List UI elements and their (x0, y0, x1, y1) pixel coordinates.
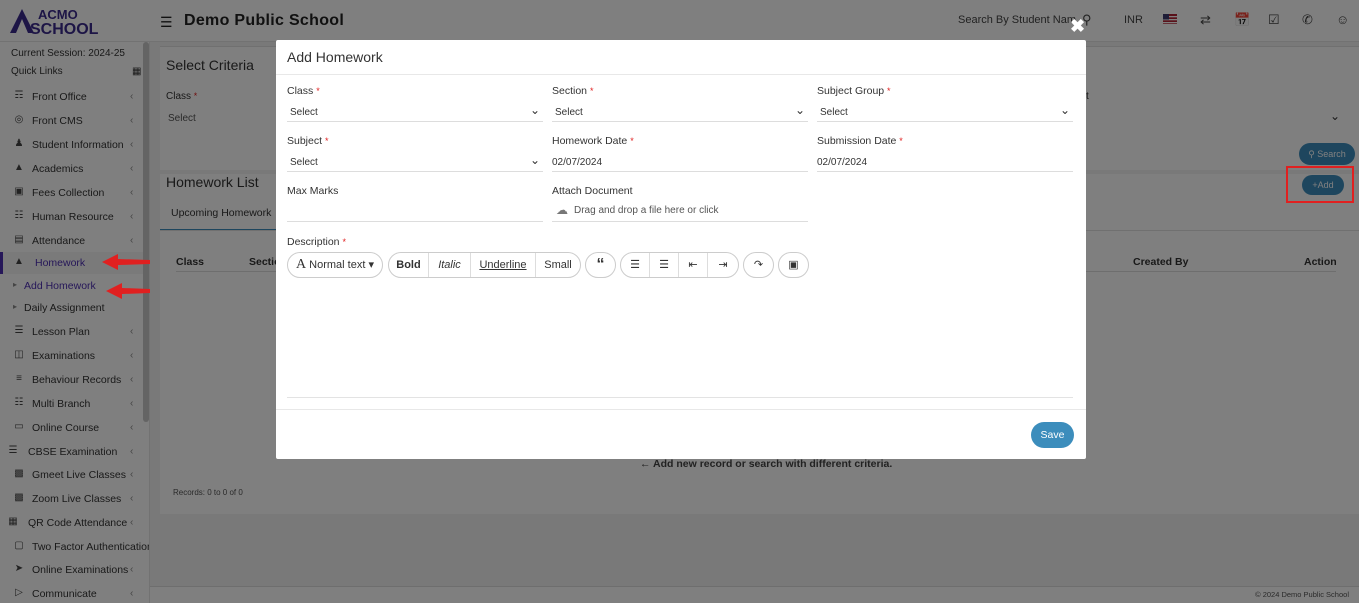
chevron-down-icon: ⌄ (529, 153, 540, 167)
link-icon: ↷ (753, 259, 764, 271)
underline-button[interactable]: Underline (471, 253, 536, 277)
image-icon: ▣ (788, 259, 799, 271)
subject-group-label: Subject Group * (817, 85, 891, 97)
blockquote-button[interactable]: “ (585, 252, 616, 278)
quote-icon: “ (596, 256, 605, 273)
chevron-down-icon: ⌄ (1059, 103, 1070, 117)
chevron-down-icon: ⌄ (529, 103, 540, 117)
dropzone-text: Drag and drop a file here or click (574, 205, 719, 216)
max-marks-input[interactable] (287, 202, 543, 222)
text-style-dropdown[interactable]: A Normal text ▾ (287, 252, 383, 278)
indent-icon[interactable]: ⇥ (708, 253, 738, 277)
text-format-group: Bold Italic Underline Small (388, 252, 581, 278)
chevron-down-icon: ⌄ (794, 103, 805, 117)
homework-date-label: Homework Date * (552, 135, 634, 147)
add-homework-modal: Add Homework Class * Select ⌄ Section * … (276, 40, 1086, 459)
modal-title: Add Homework (287, 49, 383, 65)
bold-button[interactable]: Bold (389, 253, 429, 277)
ordered-list-icon[interactable]: ☰ (650, 253, 679, 277)
list-format-group: ☰ ☰ ⇤ ⇥ (620, 252, 739, 278)
save-button[interactable]: Save (1031, 422, 1074, 448)
attach-document-label: Attach Document (552, 185, 633, 197)
submission-date-input[interactable]: 02/07/2024 (817, 152, 1073, 172)
image-button[interactable]: ▣ (778, 252, 809, 278)
modal-footer-divider (276, 409, 1086, 410)
section-label: Section * (552, 85, 594, 97)
outdent-icon[interactable]: ⇤ (679, 253, 708, 277)
annotation-arrow (102, 254, 150, 270)
unordered-list-icon[interactable]: ☰ (621, 253, 650, 277)
italic-button[interactable]: Italic (429, 253, 471, 277)
small-button[interactable]: Small (536, 253, 580, 277)
subject-label: Subject * (287, 135, 329, 147)
max-marks-label: Max Marks (287, 185, 339, 197)
annotation-arrow (106, 283, 150, 299)
annotation-highlight-box (1286, 166, 1354, 203)
file-dropzone[interactable]: ☁ Drag and drop a file here or click (552, 200, 808, 222)
cloud-upload-icon: ☁ (556, 203, 568, 217)
close-modal-icon[interactable]: ✖ (1070, 16, 1085, 37)
homework-date-input[interactable]: 02/07/2024 (552, 152, 808, 172)
class-label: Class * (287, 85, 320, 97)
class-select[interactable]: Select ⌄ (287, 102, 543, 122)
subject-group-select[interactable]: Select ⌄ (817, 102, 1073, 122)
section-select[interactable]: Select ⌄ (552, 102, 808, 122)
modal-header-divider (276, 74, 1086, 75)
link-button[interactable]: ↷ (743, 252, 774, 278)
description-label: Description * (287, 236, 346, 248)
subject-select[interactable]: Select ⌄ (287, 152, 543, 172)
description-editor[interactable] (287, 284, 1073, 398)
submission-date-label: Submission Date * (817, 135, 903, 147)
